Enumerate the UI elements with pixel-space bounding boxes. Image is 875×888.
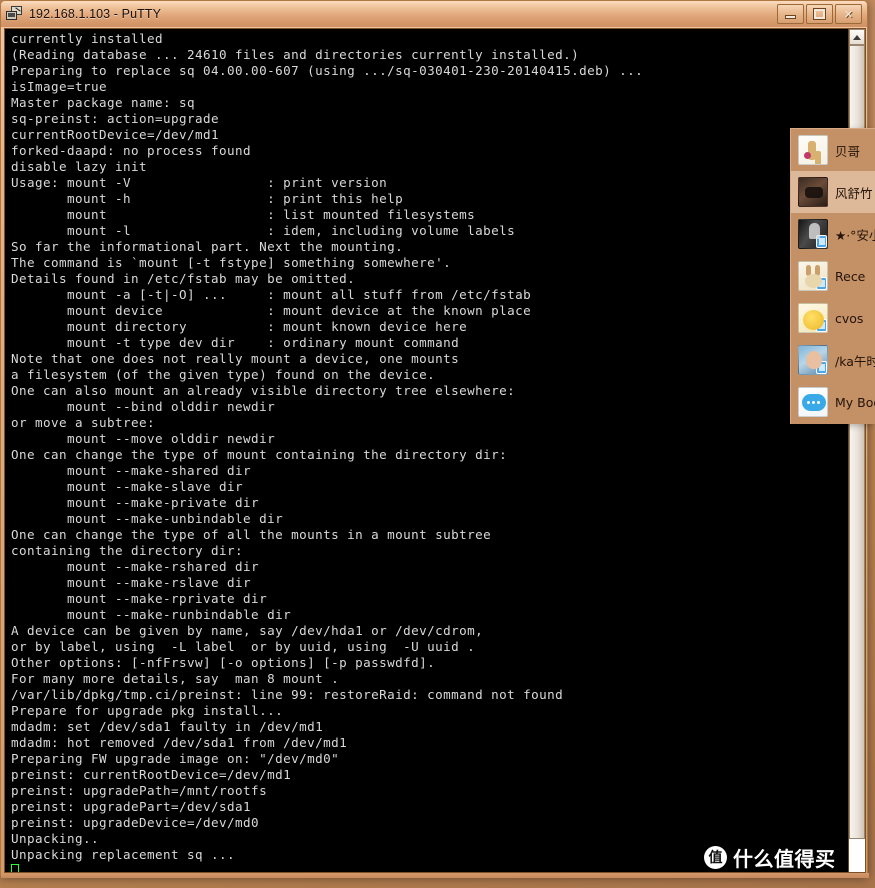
- terminal-line: Prepare for upgrade pkg install...: [11, 703, 284, 718]
- contact-name: 风舒竹: [835, 185, 873, 201]
- terminal-line: Preparing FW upgrade image on: "/dev/md0…: [11, 751, 340, 766]
- chat-dots-icon: [807, 401, 810, 404]
- terminal-line: a filesystem (of the given type) found o…: [11, 367, 436, 382]
- terminal-line: mount --make-rslave dir: [11, 575, 252, 590]
- contact-list-panel[interactable]: 贝哥风舒竹 ★·°安小 Rece cvos/ka午时 My Bool: [790, 128, 875, 424]
- contact-list-item[interactable]: Rece: [791, 255, 875, 297]
- terminal-line: Master package name: sq: [11, 95, 196, 110]
- terminal-line: Other options: [-nfFrsvw] [-o options] […: [11, 655, 436, 670]
- contact-name: ★·°安小: [835, 227, 875, 243]
- terminal-line: currently installed: [11, 31, 164, 46]
- terminal-line: mount --make-private dir: [11, 495, 260, 510]
- contact-list-item[interactable]: cvos: [791, 297, 875, 339]
- chevron-up-icon: [853, 34, 861, 40]
- window-controls: ✕: [777, 4, 864, 24]
- minimize-icon: [785, 14, 796, 19]
- terminal-line: /var/lib/dpkg/tmp.ci/preinst: line 99: r…: [11, 687, 564, 702]
- terminal-line: A device can be given by name, say /dev/…: [11, 623, 484, 638]
- terminal-line: mount : list mounted filesystems: [11, 207, 476, 222]
- terminal-line: mdadm: hot removed /dev/sda1 from /dev/m…: [11, 735, 348, 750]
- terminal-cursor: [11, 864, 19, 872]
- terminal-line: mount -t type dev dir : ordinary mount c…: [11, 335, 460, 350]
- terminal-line: isImage=true: [11, 79, 108, 94]
- contact-name: 贝哥: [835, 143, 861, 159]
- putty-window: 192.168.1.103 - PuTTY ✕ currently instal…: [0, 0, 869, 878]
- terminal-line: Note that one does not really mount a de…: [11, 351, 460, 366]
- maximize-button[interactable]: [806, 4, 833, 24]
- close-icon: ✕: [843, 7, 854, 21]
- terminal-line: mount --make-slave dir: [11, 479, 244, 494]
- avatar: [798, 177, 828, 207]
- terminal-line: mdadm: set /dev/sda1 faulty in /dev/md1: [11, 719, 324, 734]
- close-button[interactable]: ✕: [835, 4, 862, 24]
- mobile-status-icon: [816, 235, 827, 248]
- contact-list-item[interactable]: My Bool: [791, 381, 875, 423]
- terminal-line: mount --move olddir newdir: [11, 431, 276, 446]
- terminal-line: Details found in /etc/fstab may be omitt…: [11, 271, 356, 286]
- terminal-line: preinst: currentRootDevice=/dev/md1: [11, 767, 292, 782]
- contact-name: cvos: [835, 310, 864, 326]
- window-bottom-edge: [1, 873, 869, 878]
- terminal-line: mount device : mount device at the known…: [11, 303, 532, 318]
- contact-name: /ka午时: [835, 353, 875, 369]
- terminal-line: One can also mount an already visible di…: [11, 383, 516, 398]
- contact-list-item[interactable]: ★·°安小: [791, 213, 875, 255]
- minimize-button[interactable]: [777, 4, 804, 24]
- terminal-line: sq-preinst: action=upgrade: [11, 111, 220, 126]
- terminal-line: mount --make-rprivate dir: [11, 591, 268, 606]
- contact-list-item[interactable]: 贝哥: [791, 129, 875, 171]
- avatar: [798, 135, 828, 165]
- terminal-line: The command is `mount [-t fstype] someth…: [11, 255, 452, 270]
- terminal-line: mount -l : idem, including volume labels: [11, 223, 516, 238]
- desktop: 192.168.1.103 - PuTTY ✕ currently instal…: [0, 0, 875, 888]
- terminal-line: mount --make-rshared dir: [11, 559, 260, 574]
- smzdm-logo-icon: 值: [704, 846, 727, 869]
- terminal-line: Preparing to replace sq 04.00.00-607 (us…: [11, 63, 644, 78]
- avatar: [798, 345, 828, 375]
- scroll-up-button[interactable]: [849, 29, 865, 45]
- terminal-output[interactable]: currently installed (Reading database ...…: [5, 29, 848, 872]
- terminal-line: or by label, using -L label or by uuid, …: [11, 639, 476, 654]
- maximize-icon: [814, 9, 825, 19]
- terminal-line: mount -a [-t|-O] ... : mount all stuff f…: [11, 287, 532, 302]
- terminal-line: mount --make-shared dir: [11, 463, 252, 478]
- terminal-line: preinst: upgradePart=/dev/sda1: [11, 799, 252, 814]
- mobile-status-icon: [816, 319, 827, 332]
- terminal-line: or move a subtree:: [11, 415, 156, 430]
- contact-list-item[interactable]: 风舒竹: [791, 171, 875, 213]
- terminal-line: containing the directory dir:: [11, 543, 244, 558]
- watermark-text: 什么值得买: [733, 847, 836, 871]
- mobile-status-icon: [816, 361, 827, 374]
- window-title: 192.168.1.103 - PuTTY: [29, 7, 162, 21]
- contact-list-item[interactable]: /ka午时: [791, 339, 875, 381]
- terminal-line: (Reading database ... 24610 files and di…: [11, 47, 580, 62]
- terminal-line: mount --make-runbindable dir: [11, 607, 292, 622]
- terminal-line: So far the informational part. Next the …: [11, 239, 404, 254]
- mobile-status-icon: [816, 277, 827, 290]
- terminal-line: mount directory : mount known device her…: [11, 319, 468, 334]
- avatar: [798, 387, 828, 417]
- terminal-line: mount -h : print this help: [11, 191, 404, 206]
- watermark-logo-char: 值: [708, 849, 723, 866]
- terminal-line: disable lazy init: [11, 159, 148, 174]
- terminal-line: currentRootDevice=/dev/md1: [11, 127, 220, 142]
- watermark: 值 什么值得买: [704, 843, 836, 872]
- terminal-line: Usage: mount -V : print version: [11, 175, 388, 190]
- terminal-area: currently installed (Reading database ...…: [4, 28, 866, 873]
- avatar: [798, 219, 828, 249]
- putty-terminal-icon: [6, 5, 23, 23]
- terminal-line: preinst: upgradeDevice=/dev/md0: [11, 815, 260, 830]
- terminal-line: forked-daapd: no process found: [11, 143, 252, 158]
- terminal-line: mount --bind olddir newdir: [11, 399, 276, 414]
- contact-name: Rece: [835, 268, 866, 284]
- window-titlebar[interactable]: 192.168.1.103 - PuTTY ✕: [1, 1, 867, 27]
- terminal-line: mount --make-unbindable dir: [11, 511, 284, 526]
- terminal-line: One can change the type of mount contain…: [11, 447, 508, 462]
- terminal-line: For many more details, say man 8 mount .: [11, 671, 340, 686]
- avatar: [798, 261, 828, 291]
- terminal-line: One can change the type of all the mount…: [11, 527, 492, 542]
- terminal-line: preinst: upgradePath=/mnt/rootfs: [11, 783, 268, 798]
- contact-name: My Bool: [835, 394, 875, 410]
- avatar: [798, 303, 828, 333]
